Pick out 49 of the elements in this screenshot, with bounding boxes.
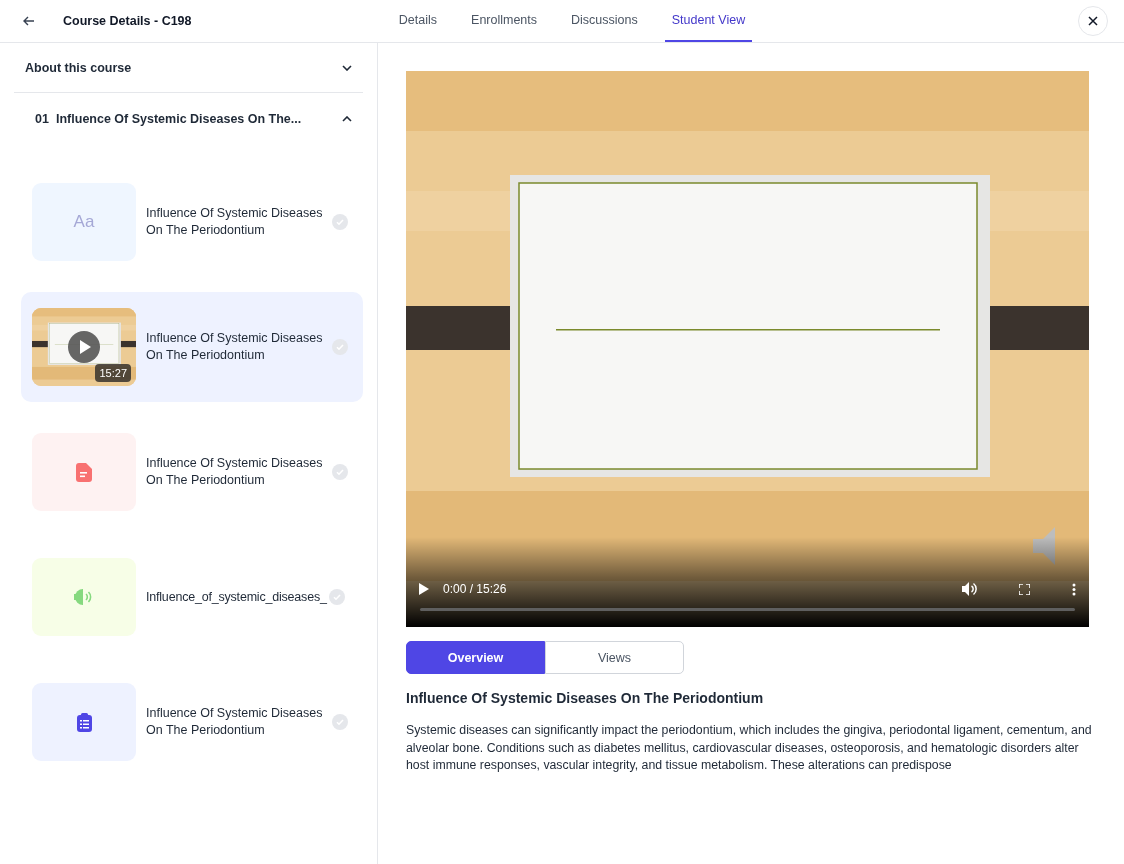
check-icon bbox=[332, 464, 348, 480]
lesson-title: Influence Of Systemic Diseases On The Periodontium bbox=[146, 205, 324, 239]
lesson-item[interactable]: Influence Of Systemic Diseases On The Periodontium bbox=[21, 417, 363, 527]
check-icon bbox=[332, 714, 348, 730]
accordion-header[interactable]: About this course bbox=[14, 43, 363, 93]
tab[interactable]: Details bbox=[391, 0, 445, 42]
back-arrow-icon bbox=[23, 16, 35, 26]
more-button[interactable] bbox=[1072, 582, 1076, 596]
close-icon bbox=[1088, 16, 1098, 26]
fullscreen-icon bbox=[1019, 583, 1030, 595]
lesson-item[interactable]: 15:27 Influence Of Systemic Diseases On The Periodontium bbox=[21, 292, 363, 402]
text-icon: Aa bbox=[73, 212, 95, 232]
document-icon bbox=[76, 462, 92, 482]
clipboard-icon bbox=[76, 712, 92, 732]
description: Systemic diseases can significantly impact the periodontium, which includes the gingiva, periodontal ligament, cementum, and alveolar bone. Conditions such as diabetes mellitus, cardiovascular diseases, osteoporosis, and hematologic disorders alter host immune responses, vascular integrity, and tissue metabolism. These alterations can predispose bbox=[406, 722, 1093, 774]
speaker-icon bbox=[74, 588, 94, 606]
lesson-title: Influence Of Systemic Diseases On The Periodontium bbox=[146, 330, 324, 364]
tab[interactable]: Student View bbox=[664, 0, 753, 42]
tab[interactable]: Views bbox=[545, 641, 684, 674]
volume-icon bbox=[962, 582, 977, 596]
more-icon bbox=[1072, 582, 1076, 596]
fullscreen-button[interactable] bbox=[1019, 583, 1030, 595]
section-number: 01 bbox=[34, 112, 50, 126]
lesson-title: Influence_of_systemic_diseases_ bbox=[146, 588, 327, 606]
volume-button[interactable] bbox=[962, 582, 977, 596]
play-button[interactable] bbox=[419, 583, 429, 595]
video-time: 0:00 / 15:26 bbox=[443, 582, 507, 596]
play-icon bbox=[419, 583, 429, 595]
section-title: Influence Of Systemic Diseases On The... bbox=[56, 112, 303, 126]
page-title: Course Details - C198 bbox=[63, 14, 192, 28]
lesson-item[interactable]: Influence Of Systemic Diseases On The Periodontium bbox=[21, 667, 363, 777]
section-header[interactable]: 01 Influence Of Systemic Diseases On The... bbox=[14, 93, 363, 145]
check-icon bbox=[332, 214, 348, 230]
lesson-item[interactable]: Aa Influence Of Systemic Diseases On The Periodontium bbox=[21, 167, 363, 277]
progress-track[interactable] bbox=[420, 608, 1075, 611]
play-icon bbox=[68, 331, 100, 363]
tab[interactable]: Overview bbox=[406, 641, 545, 674]
lesson-heading: Influence Of Systemic Diseases On The Periodontium bbox=[406, 690, 765, 706]
check-icon bbox=[328, 589, 345, 605]
lesson-title: Influence Of Systemic Diseases On The Periodontium bbox=[146, 455, 324, 489]
close-button[interactable] bbox=[1078, 6, 1108, 36]
tab[interactable]: Enrollments bbox=[464, 0, 545, 42]
lesson-item[interactable]: Influence_of_systemic_diseases_ bbox=[21, 542, 363, 652]
lesson-title: Influence Of Systemic Diseases On The Periodontium bbox=[146, 705, 324, 739]
check-icon bbox=[332, 339, 348, 355]
chevron-up-icon bbox=[342, 116, 352, 122]
chevron-down-icon bbox=[342, 64, 352, 71]
duration-badge: 15:27 bbox=[95, 364, 131, 382]
tab[interactable]: Discussions bbox=[564, 0, 645, 42]
